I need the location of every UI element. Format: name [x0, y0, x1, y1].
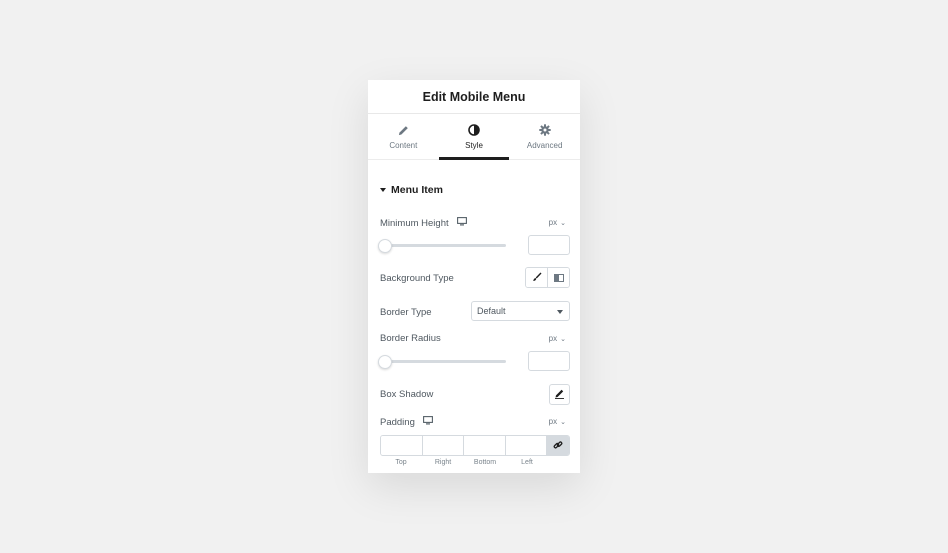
- box-shadow-row: Box Shadow: [380, 389, 433, 400]
- padding-link-button[interactable]: [547, 436, 569, 455]
- edit-panel: Edit Mobile Menu Content Style Advanced …: [368, 80, 580, 473]
- box-shadow-label: Box Shadow: [380, 389, 434, 400]
- edit-icon: [554, 386, 565, 404]
- padding-left-input[interactable]: [505, 436, 547, 455]
- min-height-unit: px: [548, 218, 558, 227]
- background-gradient-button[interactable]: [547, 268, 569, 287]
- background-type-choices: [525, 267, 570, 288]
- border-type-row: Border Type: [380, 307, 432, 318]
- chevron-down-icon: ⌄: [560, 418, 566, 426]
- padding-bottom-input[interactable]: [464, 436, 506, 455]
- min-height-unit-selector[interactable]: px ⌄: [549, 218, 566, 227]
- background-type-label: Background Type: [380, 273, 454, 284]
- padding-unit: px: [548, 417, 558, 426]
- section-menu-item-toggle[interactable]: Menu Item: [380, 184, 443, 196]
- border-type-label: Border Type: [380, 307, 432, 318]
- panel-tabs: Content Style Advanced: [368, 114, 580, 160]
- caret-down-icon: [380, 188, 386, 192]
- border-radius-unit: px: [548, 334, 558, 343]
- classic-brush-icon: [532, 269, 542, 287]
- border-radius-input[interactable]: [528, 351, 570, 371]
- padding-top-input[interactable]: [381, 436, 423, 455]
- desktop-icon[interactable]: [422, 416, 433, 428]
- padding-left-label: Left: [521, 459, 533, 466]
- padding-right-input[interactable]: [422, 436, 464, 455]
- chevron-down-icon: ⌄: [560, 335, 566, 343]
- min-height-label: Minimum Height: [380, 217, 449, 229]
- contrast-icon: [468, 123, 480, 137]
- slider-track: [380, 360, 506, 363]
- border-radius-row: Border Radius: [380, 333, 441, 344]
- background-type-row: Background Type: [380, 273, 454, 284]
- desktop-icon[interactable]: [456, 217, 467, 229]
- border-radius-slider[interactable]: [378, 354, 506, 369]
- border-radius-unit-selector[interactable]: px ⌄: [549, 334, 566, 343]
- box-shadow-edit-button[interactable]: [549, 384, 570, 405]
- tab-advanced-label: Advanced: [526, 141, 563, 150]
- border-type-select[interactable]: Default: [471, 301, 570, 321]
- gear-icon: [538, 123, 551, 137]
- padding-unit-selector[interactable]: px ⌄: [549, 417, 566, 426]
- panel-header: Edit Mobile Menu: [368, 80, 580, 114]
- gradient-icon: [553, 269, 564, 287]
- slider-thumb[interactable]: [378, 355, 392, 369]
- select-caret-icon: [557, 310, 563, 314]
- section-title: Menu Item: [391, 184, 443, 196]
- link-icon: [553, 437, 563, 455]
- padding-row: Padding: [380, 416, 433, 428]
- min-height-slider[interactable]: [378, 238, 506, 253]
- tab-style[interactable]: Style: [438, 114, 510, 160]
- slider-thumb[interactable]: [378, 239, 392, 253]
- padding-top-label: Top: [395, 459, 407, 466]
- tab-content-label: Content: [389, 141, 418, 150]
- padding-bottom-label: Bottom: [473, 459, 497, 466]
- padding-label: Padding: [380, 416, 415, 428]
- min-height-label-row: Minimum Height: [380, 217, 467, 229]
- border-type-value: Default: [477, 306, 506, 316]
- pencil-icon: [398, 123, 409, 137]
- panel-title: Edit Mobile Menu: [422, 89, 526, 104]
- min-height-input[interactable]: [528, 235, 570, 255]
- background-classic-button[interactable]: [526, 268, 547, 287]
- padding-side-labels: Top Right Bottom Left: [380, 459, 548, 466]
- border-radius-label: Border Radius: [380, 333, 441, 344]
- tab-style-label: Style: [465, 141, 483, 150]
- padding-right-label: Right: [434, 459, 452, 466]
- padding-inputs: [380, 435, 570, 456]
- tab-advanced[interactable]: Advanced: [509, 114, 580, 159]
- slider-track: [380, 244, 506, 247]
- chevron-down-icon: ⌄: [560, 219, 566, 227]
- tab-content[interactable]: Content: [368, 114, 439, 159]
